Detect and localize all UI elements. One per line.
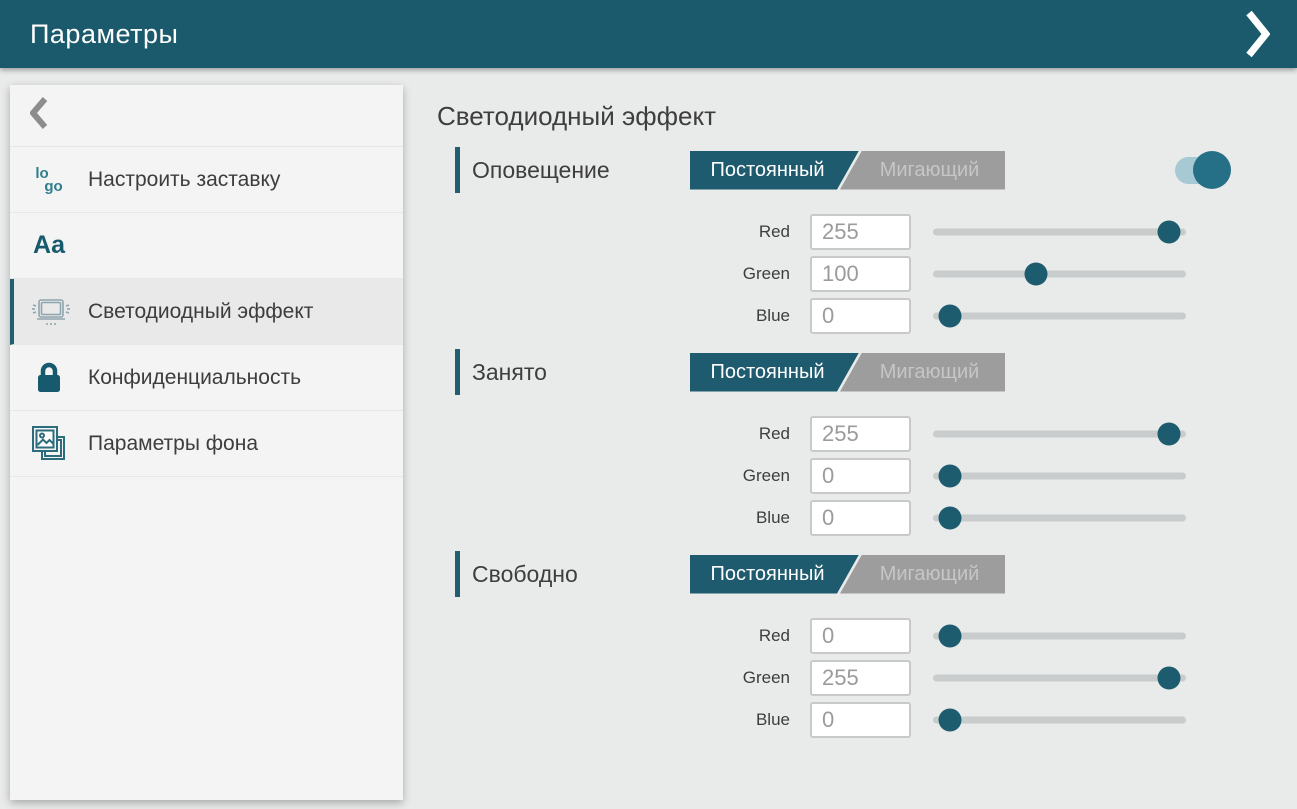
mode-toggle-group: Постоянный Мигающий <box>690 555 1005 594</box>
green-value-input[interactable] <box>810 458 911 494</box>
slider-track <box>933 515 1186 522</box>
rgb-row-blue: Blue <box>710 298 1297 334</box>
rgb-row-green: Green <box>710 660 1297 696</box>
blue-value-input[interactable] <box>810 298 911 334</box>
rgb-row-blue: Blue <box>710 500 1297 536</box>
sidebar-back-button[interactable] <box>10 85 403 147</box>
mode-option-constant[interactable]: Постоянный <box>690 555 859 594</box>
mode-option-blinking[interactable]: Мигающий <box>840 353 1005 392</box>
blue-slider[interactable] <box>933 709 1186 732</box>
green-slider[interactable] <box>933 667 1186 690</box>
sidebar-item-screensaver[interactable]: lo go Настроить заставку <box>10 147 403 213</box>
slider-knob[interactable] <box>939 625 962 648</box>
page-title: Светодиодный эффект <box>437 85 1297 132</box>
mode-option-blinking[interactable]: Мигающий <box>840 555 1005 594</box>
red-slider[interactable] <box>933 221 1186 244</box>
slider-track <box>933 675 1186 682</box>
red-value-input[interactable] <box>810 618 911 654</box>
background-image-icon <box>10 423 88 465</box>
slider-knob[interactable] <box>939 465 962 488</box>
rgb-row-red: Red <box>710 618 1297 654</box>
sidebar-item-background[interactable]: Параметры фона <box>10 411 403 477</box>
green-slider[interactable] <box>933 465 1186 488</box>
blue-slider[interactable] <box>933 305 1186 328</box>
switch-knob <box>1193 151 1231 189</box>
red-slider[interactable] <box>933 625 1186 648</box>
slider-track <box>933 717 1186 724</box>
mode-option-constant[interactable]: Постоянный <box>690 151 859 190</box>
slider-track <box>933 313 1186 320</box>
slider-knob[interactable] <box>939 305 962 328</box>
rgb-row-green: Green <box>710 458 1297 494</box>
sidebar-item-label: Светодиодный эффект <box>88 299 319 325</box>
settings-sidebar: lo go Настроить заставку Aa Светодиодный… <box>10 85 403 800</box>
slider-knob[interactable] <box>1024 263 1047 286</box>
rgb-label: Red <box>710 424 790 444</box>
slider-knob[interactable] <box>939 709 962 732</box>
lock-icon <box>10 360 88 396</box>
section-free: Свободно Постоянный Мигающий Red Green <box>455 550 1297 738</box>
led-display-icon <box>14 292 88 332</box>
sidebar-item-led-effect[interactable]: Светодиодный эффект <box>10 279 403 345</box>
section-accent-bar <box>455 147 460 193</box>
rgb-row-blue: Blue <box>710 702 1297 738</box>
mode-toggle-group: Постоянный Мигающий <box>690 151 1005 190</box>
slider-knob[interactable] <box>939 507 962 530</box>
section-accent-bar <box>455 551 460 597</box>
section-label: Оповещение <box>472 157 690 184</box>
keywords-icon: Aa <box>10 231 88 260</box>
slider-knob[interactable] <box>1158 667 1181 690</box>
slider-track <box>933 473 1186 480</box>
rgb-label: Red <box>710 626 790 646</box>
green-value-input[interactable] <box>810 256 911 292</box>
rgb-label: Red <box>710 222 790 242</box>
notification-toggle-switch[interactable] <box>1175 157 1221 184</box>
logo-icon: lo go <box>10 167 88 193</box>
sidebar-item-privacy[interactable]: Конфиденциальность <box>10 345 403 411</box>
sidebar-item-label: Параметры фона <box>88 431 264 457</box>
blue-value-input[interactable] <box>810 702 911 738</box>
slider-track <box>933 229 1186 236</box>
rgb-label: Blue <box>710 710 790 730</box>
red-value-input[interactable] <box>810 214 911 250</box>
rgb-row-green: Green <box>710 256 1297 292</box>
section-notification: Оповещение Постоянный Мигающий Red Green <box>455 146 1297 334</box>
slider-knob[interactable] <box>1158 221 1181 244</box>
rgb-label: Green <box>710 668 790 688</box>
rgb-label: Blue <box>710 306 790 326</box>
slider-track <box>933 633 1186 640</box>
slider-track <box>933 431 1186 438</box>
top-app-bar: Параметры <box>0 0 1297 68</box>
rgb-label: Green <box>710 466 790 486</box>
chevron-left-icon <box>30 96 48 135</box>
sidebar-item-label: Конфиденциальность <box>88 365 307 391</box>
slider-track <box>933 271 1186 278</box>
green-slider[interactable] <box>933 263 1186 286</box>
mode-toggle-group: Постоянный Мигающий <box>690 353 1005 392</box>
blue-value-input[interactable] <box>810 500 911 536</box>
green-value-input[interactable] <box>810 660 911 696</box>
mode-option-constant[interactable]: Постоянный <box>690 353 859 392</box>
section-label: Свободно <box>472 561 690 588</box>
app-title: Параметры <box>30 19 178 50</box>
sidebar-item-keywords[interactable]: Aa <box>10 213 403 279</box>
sidebar-item-label: Настроить заставку <box>88 167 286 193</box>
slider-knob[interactable] <box>1158 423 1181 446</box>
section-label: Занято <box>472 359 690 386</box>
blue-slider[interactable] <box>933 507 1186 530</box>
red-value-input[interactable] <box>810 416 911 452</box>
section-accent-bar <box>455 349 460 395</box>
section-busy: Занято Постоянный Мигающий Red Green <box>455 348 1297 536</box>
chevron-right-icon[interactable] <box>1241 8 1275 60</box>
led-effect-panel: Светодиодный эффект Оповещение Постоянны… <box>437 85 1297 744</box>
rgb-label: Green <box>710 264 790 284</box>
rgb-row-red: Red <box>710 214 1297 250</box>
rgb-label: Blue <box>710 508 790 528</box>
rgb-row-red: Red <box>710 416 1297 452</box>
mode-option-blinking[interactable]: Мигающий <box>840 151 1005 190</box>
red-slider[interactable] <box>933 423 1186 446</box>
